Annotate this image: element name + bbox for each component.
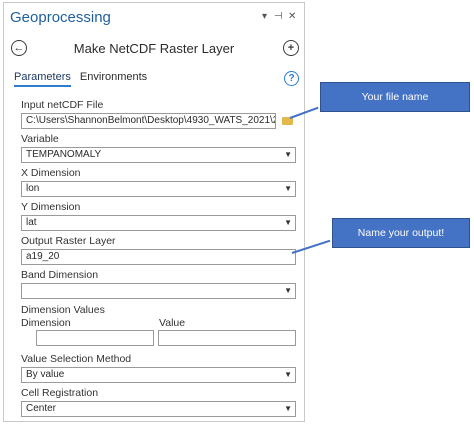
variable-select[interactable]: TEMPANOMALY ▼ [21, 147, 296, 163]
output-name-callout: Name your output! [332, 218, 470, 248]
dropdown-arrow-icon: ▼ [284, 150, 292, 159]
tab-parameters[interactable]: Parameters [14, 71, 71, 87]
dropdown-arrow-icon: ▼ [284, 370, 292, 379]
value-selection-select[interactable]: By value ▼ [21, 367, 296, 383]
x-dimension-value: lon [26, 183, 40, 194]
band-dimension-select[interactable]: ▼ [21, 283, 296, 299]
dimension-values-label: Dimension Values [21, 304, 105, 316]
band-dimension-label: Band Dimension [21, 269, 99, 281]
dropdown-arrow-icon: ▼ [284, 184, 292, 193]
dimension-column-header: Dimension [21, 317, 71, 329]
dropdown-arrow-icon: ▼ [284, 404, 292, 413]
output-raster-label: Output Raster Layer [21, 235, 116, 247]
x-dimension-label: X Dimension [21, 167, 81, 179]
variable-label: Variable [21, 133, 59, 145]
value-selection-label: Value Selection Method [21, 353, 132, 365]
tab-bar: Parameters Environments [14, 71, 153, 87]
input-netcdf-label: Input netCDF File [21, 99, 104, 111]
plus-icon[interactable]: + [283, 40, 299, 56]
tool-header: ← Make NetCDF Raster Layer + [4, 33, 304, 65]
dropdown-arrow-icon: ▼ [284, 218, 292, 227]
value-selection-value: By value [26, 369, 65, 380]
y-dimension-label: Y Dimension [21, 201, 81, 213]
cell-registration-label: Cell Registration [21, 387, 99, 399]
input-netcdf-field[interactable]: C:\Users\ShannonBelmont\Desktop\4930_WAT… [21, 113, 276, 129]
y-dimension-value: lat [26, 217, 37, 228]
auto-hide-icon[interactable]: ⊣ [274, 11, 283, 22]
pane-title: Geoprocessing [10, 9, 111, 26]
tab-environments[interactable]: Environments [80, 71, 147, 85]
output-raster-field[interactable]: a19_20 [21, 249, 296, 265]
file-name-callout: Your file name [320, 82, 470, 112]
value-column-header: Value [159, 317, 186, 329]
cell-registration-select[interactable]: Center ▼ [21, 401, 296, 417]
close-icon[interactable]: ✕ [288, 11, 296, 22]
variable-value: TEMPANOMALY [26, 149, 102, 160]
tool-title: Make NetCDF Raster Layer [73, 41, 235, 56]
cell-registration-value: Center [26, 403, 57, 414]
pane-options-icon[interactable]: ▾ [262, 11, 267, 22]
help-icon[interactable]: ? [284, 71, 299, 86]
geoprocessing-pane: Geoprocessing ▾ ⊣ ✕ ← Make NetCDF Raster… [3, 2, 305, 422]
dropdown-arrow-icon: ▼ [284, 286, 292, 295]
dimension-input[interactable] [36, 330, 154, 346]
y-dimension-select[interactable]: lat ▼ [21, 215, 296, 231]
value-input[interactable] [158, 330, 296, 346]
x-dimension-select[interactable]: lon ▼ [21, 181, 296, 197]
